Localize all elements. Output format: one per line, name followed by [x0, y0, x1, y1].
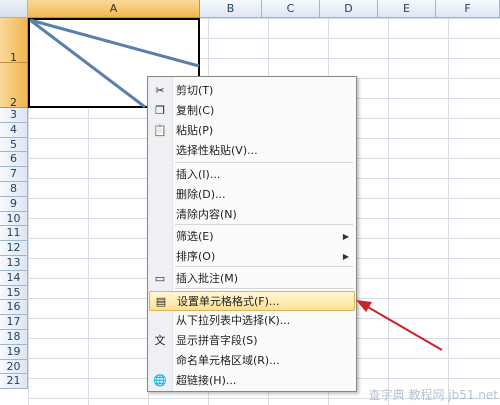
- cut-icon: ✂: [155, 84, 165, 97]
- select-all-corner[interactable]: [0, 0, 28, 18]
- menu-item-label: 排序(O): [176, 250, 216, 263]
- menu-item[interactable]: 命名单元格区域(R)...: [149, 351, 355, 371]
- menu-item-label: 清除内容(N): [176, 208, 237, 221]
- menu-item-label: 剪切(T): [176, 84, 214, 97]
- row-header-1[interactable]: 1: [0, 18, 28, 64]
- row-header-15[interactable]: 15: [0, 285, 28, 301]
- menu-item[interactable]: 选择性粘贴(V)...: [149, 141, 355, 161]
- menu-item-label: 超链接(H)...: [176, 374, 237, 387]
- menu-item[interactable]: 筛选(E) ▶: [149, 227, 355, 247]
- menu-item-label: 从下拉列表中选择(K)...: [176, 314, 291, 327]
- submenu-arrow-icon: ▶: [342, 252, 349, 261]
- column-header-d[interactable]: D: [320, 0, 378, 18]
- paste-icon: 📋: [153, 124, 167, 137]
- row-header-20[interactable]: 20: [0, 359, 28, 375]
- menu-item[interactable]: ✂ 剪切(T): [149, 81, 355, 101]
- menu-item[interactable]: 从下拉列表中选择(K)...: [149, 311, 355, 331]
- column-header-b[interactable]: B: [200, 0, 262, 18]
- phonetic-icon: 文: [154, 334, 166, 347]
- row-header-16[interactable]: 16: [0, 300, 28, 316]
- spreadsheet: ABCDEF 1 2 3 4 5 6 7 8 9 10 11 12 13 14 15 16 17 18 19 20 21…: [0, 0, 500, 405]
- row-header-12[interactable]: 12: [0, 241, 28, 256]
- row-header-18[interactable]: 18: [0, 330, 28, 345]
- row-header-13[interactable]: 13: [0, 256, 28, 271]
- menu-item[interactable]: 排序(O) ▶: [149, 247, 355, 267]
- hyperlink-icon: 🌐: [153, 374, 167, 387]
- menu-item[interactable]: ▤ 设置单元格格式(F)...: [149, 291, 355, 311]
- menu-item-label: 插入(I)...: [176, 168, 221, 181]
- menu-item[interactable]: 文显示拼音字段(S): [149, 331, 355, 351]
- watermark: 查字典 教程网 jb51.net: [368, 388, 498, 402]
- menu-item-label: 粘贴(P): [176, 124, 214, 137]
- menu-item-label: 设置单元格格式(F)...: [177, 295, 280, 308]
- row-header-8[interactable]: 8: [0, 182, 28, 197]
- row-header-4[interactable]: 4: [0, 122, 28, 138]
- menu-item-label: 插入批注(M): [176, 272, 239, 285]
- row-header-2[interactable]: 2: [0, 63, 28, 109]
- menu-item[interactable]: ❐ 复制(C): [149, 101, 355, 121]
- menu-separator: [175, 162, 353, 163]
- row-header-10[interactable]: 10: [0, 211, 28, 227]
- menu-item-label: 显示拼音字段(S): [176, 334, 258, 347]
- menu-item[interactable]: 清除内容(N): [149, 205, 355, 225]
- row-header-6[interactable]: 6: [0, 152, 28, 168]
- menu-item[interactable]: 🌐 超链接(H)...: [149, 371, 355, 391]
- menu-item[interactable]: 📋 粘贴(P): [149, 121, 355, 141]
- row-header-21[interactable]: 21: [0, 374, 28, 390]
- row-header-5[interactable]: 5: [0, 137, 28, 153]
- column-header-f[interactable]: F: [436, 0, 500, 18]
- row-header-7[interactable]: 7: [0, 167, 28, 182]
- row-header-9[interactable]: 9: [0, 196, 28, 212]
- menu-item-label: 复制(C): [176, 104, 215, 117]
- row-header-11[interactable]: 11: [0, 226, 28, 242]
- copy-icon: ❐: [155, 104, 165, 117]
- menu-item-label: 选择性粘贴(V)...: [176, 144, 258, 157]
- menu-item-label: 筛选(E): [176, 230, 214, 243]
- menu-item[interactable]: 删除(D)...: [149, 185, 355, 205]
- menu-item[interactable]: ▭ 插入批注(M): [149, 269, 355, 289]
- submenu-arrow-icon: ▶: [342, 232, 349, 241]
- row-header-17[interactable]: 17: [0, 315, 28, 330]
- menu-item-label: 删除(D)...: [176, 188, 226, 201]
- column-header-a[interactable]: A: [28, 0, 200, 18]
- format-cells-icon: ▤: [155, 295, 167, 308]
- row-header-14[interactable]: 14: [0, 270, 28, 286]
- menu-item-label: 命名单元格区域(R)...: [176, 354, 280, 367]
- menu-item[interactable]: 插入(I)...: [149, 165, 355, 185]
- column-header-c[interactable]: C: [262, 0, 320, 18]
- column-header-e[interactable]: E: [378, 0, 436, 18]
- row-header-19[interactable]: 19: [0, 344, 28, 360]
- context-menu: ✂ 剪切(T) ❐ 复制(C) 📋 粘贴(P) 选择性粘贴(V)... 插入(I)... 删除(…: [147, 76, 357, 392]
- row-header-3[interactable]: 3: [0, 108, 28, 123]
- comment-icon: ▭: [154, 272, 166, 285]
